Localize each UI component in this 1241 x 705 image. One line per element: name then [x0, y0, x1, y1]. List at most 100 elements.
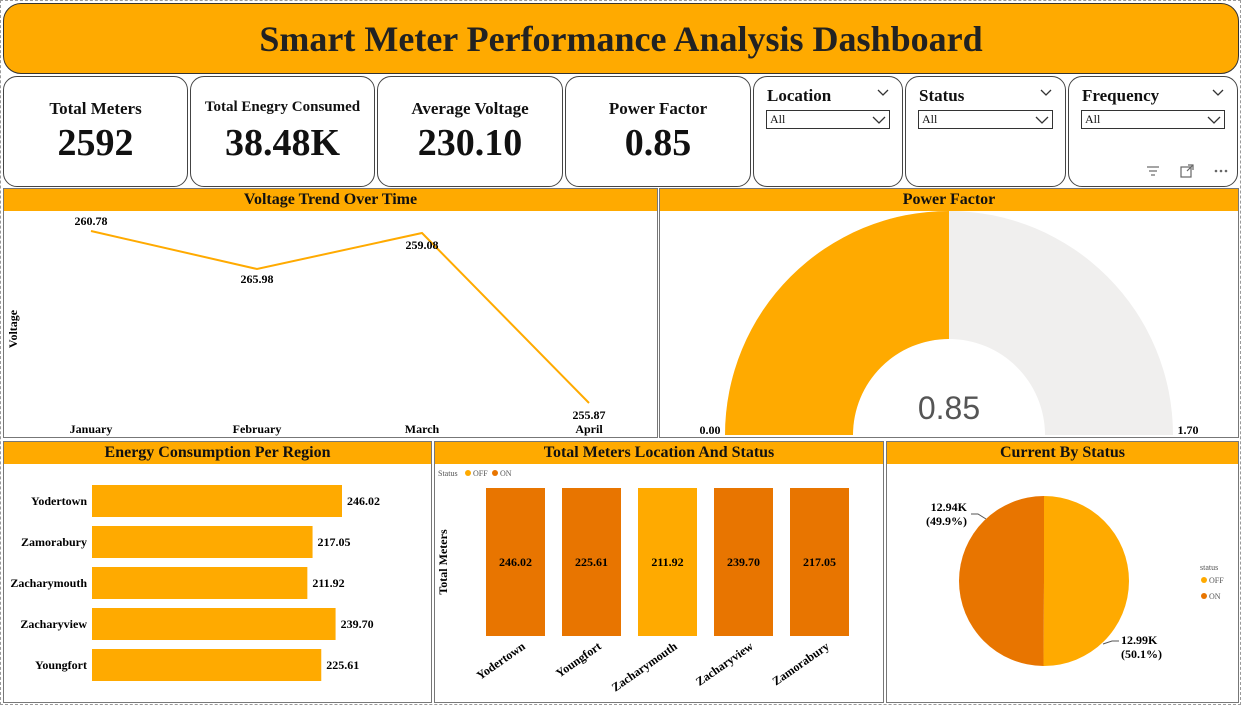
legend-marker	[465, 470, 471, 476]
bar-value-label: 246.02	[499, 555, 532, 569]
kpi-label: Total Enegry Consumed	[204, 99, 361, 115]
gauge-max-label: 1.70	[1178, 423, 1199, 437]
slicer-title: Frequency	[1082, 86, 1160, 105]
dropdown-value: All	[770, 112, 786, 126]
kpi-label: Total Meters	[49, 99, 142, 118]
location-dropdown[interactable]: All	[766, 110, 890, 129]
kpi-card-total-meters[interactable]: Total Meters 2592	[3, 76, 188, 187]
legend-marker	[1201, 577, 1207, 583]
leader-line	[1102, 640, 1119, 645]
location-status-panel: Total Meters Location And Status Status O…	[434, 441, 884, 703]
location-status-bar-chart: Status OFF ON Total Meters 246.02 Yodertown 22…	[436, 469, 849, 695]
gauge-value-arc	[725, 211, 949, 435]
legend-label: ON	[1209, 592, 1221, 601]
slice-percent-label: (49.9%)	[926, 514, 967, 528]
frequency-dropdown[interactable]: All	[1081, 110, 1225, 129]
dropdown-value: All	[1085, 112, 1101, 126]
voltage-series-line	[90, 230, 590, 404]
legend-title: status	[1200, 563, 1218, 572]
chevron-down-icon	[872, 116, 886, 124]
chevron-down-icon	[1035, 116, 1049, 124]
location-tick-label: Zacharyview	[693, 639, 756, 689]
bar-value-label: 217.05	[803, 555, 836, 569]
legend-title: Status	[438, 469, 458, 478]
energy-region-panel: Energy Consumption Per Region Yodertown 2…	[3, 441, 432, 703]
current-status-pie-chart: 12.99K(50.1%) 12.94K(49.9%) status OFF ON	[926, 496, 1224, 666]
x-tick-label: April	[575, 422, 603, 436]
status-dropdown[interactable]: All	[918, 110, 1053, 129]
chevron-down-icon	[1207, 116, 1221, 124]
location-tick-label: Zamorabury	[770, 639, 832, 688]
leader-line	[971, 513, 987, 520]
chevron-down-icon[interactable]	[1039, 86, 1053, 100]
kpi-card-power-factor[interactable]: Power Factor 0.85	[565, 76, 751, 187]
location-tick-label: Zacharymouth	[609, 639, 680, 695]
voltage-line-chart: Voltage 260.78 265.98 259.08 255.87 January F…	[6, 214, 606, 436]
region-bar	[92, 649, 322, 681]
voltage-trend-panel: Voltage Trend Over Time Voltage 260.78 26…	[3, 188, 658, 438]
chevron-down-icon[interactable]	[1211, 86, 1225, 100]
x-tick-label: January	[70, 422, 113, 436]
chevron-down-icon[interactable]	[876, 86, 890, 100]
y-axis-label: Voltage	[6, 309, 20, 348]
region-label: Zamorabury	[21, 535, 87, 549]
location-tick-label: Yodertown	[474, 639, 528, 683]
data-label: 259.08	[406, 238, 439, 252]
bar-value-label: 211.92	[651, 555, 683, 569]
region-value-label: 239.70	[341, 617, 374, 631]
slicer-location[interactable]: Location All	[753, 76, 903, 187]
kpi-label: Average Voltage	[411, 99, 529, 118]
region-value-label: 211.92	[312, 576, 344, 590]
current-status-panel: Current By Status 12.99K (50.1%) 12.94K (49…	[886, 441, 1239, 703]
data-label: 255.87	[573, 408, 606, 422]
power-factor-title: Power Factor	[660, 189, 1238, 211]
visual-toolbar	[1145, 163, 1229, 179]
region-value-label: 217.05	[318, 535, 351, 549]
region-value-label: 246.02	[347, 494, 380, 508]
data-label: 260.78	[75, 214, 108, 228]
more-options-icon[interactable]	[1213, 163, 1229, 179]
kpi-value: 230.10	[417, 122, 523, 164]
filter-icon[interactable]	[1145, 163, 1161, 179]
kpi-label: Power Factor	[608, 99, 708, 118]
slice-value-label: 12.99K	[1121, 633, 1158, 647]
region-label: Zacharymouth	[10, 576, 87, 590]
focus-mode-icon[interactable]	[1179, 163, 1195, 179]
x-tick-label: March	[405, 422, 440, 436]
slice-value-label: 12.94K	[931, 500, 968, 514]
x-tick-label: February	[233, 422, 282, 436]
gauge-value-label: 0.85	[918, 390, 980, 426]
slicer-status[interactable]: Status All	[905, 76, 1066, 187]
pie-slice-on	[959, 496, 1044, 666]
bar-value-label: 225.61	[575, 555, 608, 569]
energy-region-bar-chart: Yodertown 246.02 Zamorabury 217.05 Zacharymo…	[10, 485, 380, 681]
data-label: 265.98	[241, 272, 274, 286]
kpi-value: 38.48K	[224, 122, 341, 164]
location-status-title: Total Meters Location And Status	[435, 442, 883, 464]
legend-label: OFF	[1209, 576, 1224, 585]
slice-percent-label: (50.1%)	[1121, 647, 1162, 661]
kpi-value: 2592	[57, 122, 134, 164]
legend-marker	[1201, 593, 1207, 599]
voltage-trend-title: Voltage Trend Over Time	[4, 189, 657, 211]
region-value-label: 225.61	[326, 658, 359, 672]
kpi-card-average-voltage[interactable]: Average Voltage 230.10	[377, 76, 563, 187]
region-label: Yodertown	[31, 494, 87, 508]
legend-label: OFF	[473, 469, 488, 478]
kpi-card-total-energy[interactable]: Total Enegry Consumed 38.48K	[190, 76, 375, 187]
power-factor-panel: Power Factor 0.85 0.00 1.70	[659, 188, 1239, 438]
location-tick-label: Youngfort	[553, 639, 604, 680]
slicer-title: Status	[919, 86, 965, 105]
region-label: Zacharyview	[20, 617, 87, 631]
legend-marker	[492, 470, 498, 476]
region-bar	[92, 485, 342, 517]
kpi-value: 0.85	[624, 122, 692, 164]
legend-label: ON	[500, 469, 512, 478]
slicer-title: Location	[767, 86, 832, 105]
energy-region-title: Energy Consumption Per Region	[4, 442, 431, 464]
y-axis-label: Total Meters	[436, 529, 450, 595]
dashboard-title: Smart Meter Performance Analysis Dashboa…	[259, 18, 983, 59]
region-label: Youngfort	[35, 658, 87, 672]
dropdown-value: All	[922, 112, 938, 126]
region-bar	[92, 608, 336, 640]
